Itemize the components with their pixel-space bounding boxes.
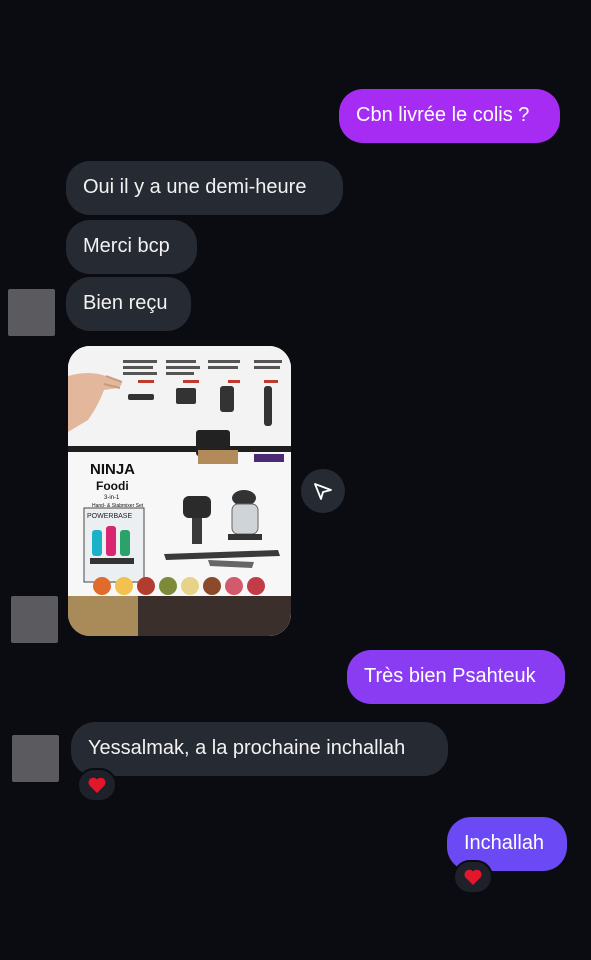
message-bubble-outgoing[interactable]: Très bien Psahteuk — [347, 650, 565, 704]
tagline-text: 3-in-1 — [104, 495, 120, 501]
message-text: Yessalmak, a la prochaine inchallah — [88, 737, 406, 759]
message-bubble-incoming[interactable]: Merci bcp — [66, 220, 197, 274]
avatar[interactable] — [11, 596, 58, 643]
avatar[interactable] — [8, 289, 55, 336]
message-text: Très bien Psahteuk — [364, 665, 536, 687]
message-text: Inchallah — [464, 832, 545, 854]
message-bubble-incoming[interactable]: Yessalmak, a la prochaine inchallah — [71, 722, 448, 776]
brand-text: NINJA — [90, 461, 135, 478]
message-bubble-incoming[interactable]: Bien reçu — [66, 277, 191, 331]
message-text: Cbn livrée le colis ? — [356, 104, 530, 126]
photo-message[interactable]: NINJA Foodi 3-in-1 Hand- & Stabmixer Set… — [68, 346, 291, 636]
heart-icon — [464, 869, 482, 885]
message-reaction[interactable] — [453, 860, 493, 894]
message-text: Merci bcp — [83, 235, 170, 257]
share-button[interactable] — [301, 469, 345, 513]
product-text: Foodi — [96, 479, 129, 493]
message-text: Oui il y a une demi-heure — [83, 176, 307, 198]
avatar[interactable] — [12, 735, 59, 782]
badge-text: POWERBASE — [87, 513, 132, 520]
message-bubble-outgoing[interactable]: Cbn livrée le colis ? — [339, 89, 560, 143]
message-reaction[interactable] — [77, 768, 117, 802]
heart-icon — [88, 777, 106, 793]
send-icon — [314, 483, 332, 500]
message-bubble-incoming[interactable]: Oui il y a une demi-heure — [66, 161, 343, 215]
product-box-image: NINJA Foodi 3-in-1 Hand- & Stabmixer Set… — [68, 346, 291, 636]
message-text: Bien reçu — [83, 292, 168, 314]
